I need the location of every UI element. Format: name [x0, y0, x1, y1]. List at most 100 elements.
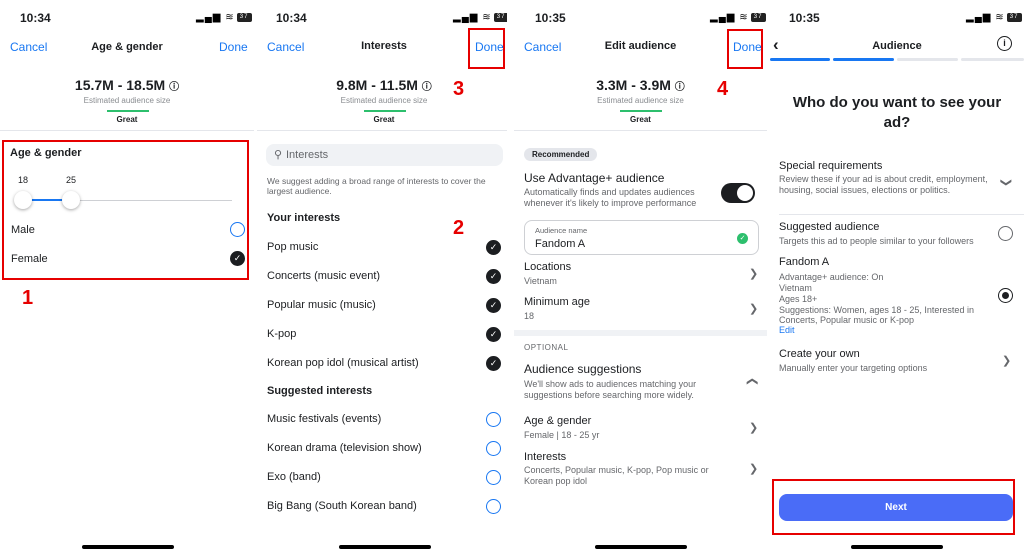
advantage-title: Use Advantage+ audience [524, 171, 665, 185]
audience-name-value: Fandom A [535, 238, 586, 250]
chevron-right-icon[interactable]: ❯ [749, 462, 758, 475]
suggested-radio[interactable] [486, 499, 501, 514]
minimum-age-label: Minimum age [524, 296, 591, 308]
annotation-label-3: 3 [453, 78, 465, 100]
option-female-check[interactable]: ✓ [230, 251, 245, 266]
status-icons: ▂▄▆ ≋ 37 [196, 12, 252, 23]
special-requirements-title: Special requirements [779, 160, 883, 172]
divider [0, 130, 254, 131]
status-time: 10:34 [20, 11, 51, 25]
fandom-detail: Concerts, Popular music or K-pop [779, 315, 915, 325]
fandom-detail: Vietnam [779, 283, 812, 293]
chevron-right-icon[interactable]: ❯ [749, 267, 758, 280]
page-title: Audience [872, 40, 922, 52]
interest-item: Pop music [267, 241, 319, 253]
status-icons: ▂▄▆ ≋ 37 [966, 12, 1022, 23]
audience-size: 3.3M - 3.9M ⓘ [514, 77, 767, 93]
age-gender-label: Age & gender [524, 415, 592, 427]
audience-name-label: Audience name [535, 226, 588, 235]
recommended-badge: Recommended [524, 148, 598, 161]
chevron-right-icon[interactable]: ❯ [749, 421, 758, 434]
age-gender-screen: 10:34 ▂▄▆ ≋ 37 Cancel Age & gender Done 1… [0, 0, 254, 555]
suggested-audience-radio[interactable] [998, 226, 1013, 241]
audience-rating: Great [630, 115, 651, 124]
section-title: Age & gender [10, 147, 82, 159]
chevron-right-icon[interactable]: ❯ [749, 302, 758, 315]
audience-size-label: Estimated audience size [340, 96, 428, 105]
audience-size: 15.7M - 18.5M ⓘ [0, 77, 254, 93]
done-button[interactable]: Done [733, 40, 762, 54]
advantage-toggle[interactable] [721, 183, 755, 203]
interest-item: Popular music (music) [267, 299, 376, 311]
next-button[interactable]: Next [779, 494, 1013, 521]
home-indicator [595, 545, 687, 549]
interests-hint: We suggest adding a broad range of inter… [267, 176, 486, 196]
divider [779, 214, 1024, 215]
suggestions-title: Audience suggestions [524, 362, 642, 376]
info-icon[interactable]: i [997, 36, 1012, 51]
annotation-label-4: 4 [717, 78, 729, 100]
section-divider [514, 330, 767, 336]
divider [514, 130, 767, 131]
fandom-detail: Suggestions: Women, ages 18 - 25, Intere… [779, 305, 974, 315]
audience-rating: Great [116, 115, 138, 124]
chevron-right-icon[interactable]: ❯ [1002, 354, 1011, 367]
suggested-audience-title: Suggested audience [779, 221, 880, 233]
audience-size-value: 15.7M - 18.5M [74, 77, 166, 93]
progress-step-1 [770, 58, 830, 61]
suggested-item: Korean drama (television show) [267, 442, 422, 454]
valid-check-icon: ✓ [737, 233, 748, 244]
annotation-label-2: 2 [453, 217, 465, 239]
minimum-age-value: 18 [524, 311, 535, 321]
progress-step-3 [897, 58, 958, 61]
battery-icon: 37 [750, 12, 766, 22]
status-icons: ▂▄▆ ≋ 37 [453, 12, 507, 23]
suggested-interests-heading: Suggested interests [267, 385, 373, 397]
age-min-handle[interactable] [14, 191, 32, 209]
done-button[interactable]: Done [475, 40, 504, 54]
optional-label: OPTIONAL [524, 343, 569, 352]
chevron-up-icon[interactable]: ❯ [745, 377, 758, 386]
audience-meter [620, 110, 662, 112]
suggested-audience-description: Targets this ad to people similar to you… [779, 236, 974, 246]
interest-check[interactable]: ✓ [486, 240, 501, 255]
audience-size-label: Estimated audience size [83, 96, 171, 105]
suggested-radio[interactable] [486, 441, 501, 456]
interests-search-input[interactable]: ⚲ Interests [266, 144, 503, 166]
fandom-edit-link[interactable]: Edit [779, 325, 795, 335]
battery-icon: 37 [1006, 12, 1022, 22]
audience-meter [364, 110, 406, 112]
battery-icon: 37 [493, 12, 507, 22]
chevron-down-icon[interactable]: ❯ [1000, 178, 1013, 187]
done-button[interactable]: Done [219, 40, 248, 54]
your-interests-heading: Your interests [267, 212, 341, 224]
status-time: 10:35 [535, 11, 566, 25]
suggested-item: Big Bang (South Korean band) [267, 500, 417, 512]
interest-check[interactable]: ✓ [486, 298, 501, 313]
fandom-radio[interactable] [998, 288, 1013, 303]
option-male-radio[interactable] [230, 222, 245, 237]
progress-step-2 [833, 58, 894, 61]
info-icon[interactable]: ⓘ [675, 82, 685, 93]
create-own-description: Manually enter your targeting options [779, 363, 928, 373]
interest-check[interactable]: ✓ [486, 356, 501, 371]
age-max-label: 25 [66, 175, 77, 185]
info-icon[interactable]: ⓘ [169, 82, 179, 93]
interest-check[interactable]: ✓ [486, 327, 501, 342]
audience-name-field[interactable]: Audience name Fandom A ✓ [524, 220, 759, 255]
page-title: Age & gender [91, 41, 163, 53]
option-female-label: Female [11, 253, 48, 265]
info-icon[interactable]: ⓘ [422, 82, 432, 93]
age-min-label: 18 [18, 175, 29, 185]
audience-size-label: Estimated audience size [597, 96, 684, 105]
suggested-radio[interactable] [486, 470, 501, 485]
interests-screen: 10:34 ▂▄▆ ≋ 37 Cancel Interests Done 9.8M… [257, 0, 507, 555]
option-male-label: Male [11, 224, 35, 236]
interest-check[interactable]: ✓ [486, 269, 501, 284]
interest-item: Concerts (music event) [267, 270, 381, 282]
suggested-radio[interactable] [486, 412, 501, 427]
interest-item: Korean pop idol (musical artist) [267, 357, 419, 369]
audience-size-value: 9.8M - 11.5M [336, 77, 418, 93]
special-requirements-description: Review these if your ad is about credit,… [779, 174, 988, 195]
age-max-handle[interactable] [62, 191, 80, 209]
